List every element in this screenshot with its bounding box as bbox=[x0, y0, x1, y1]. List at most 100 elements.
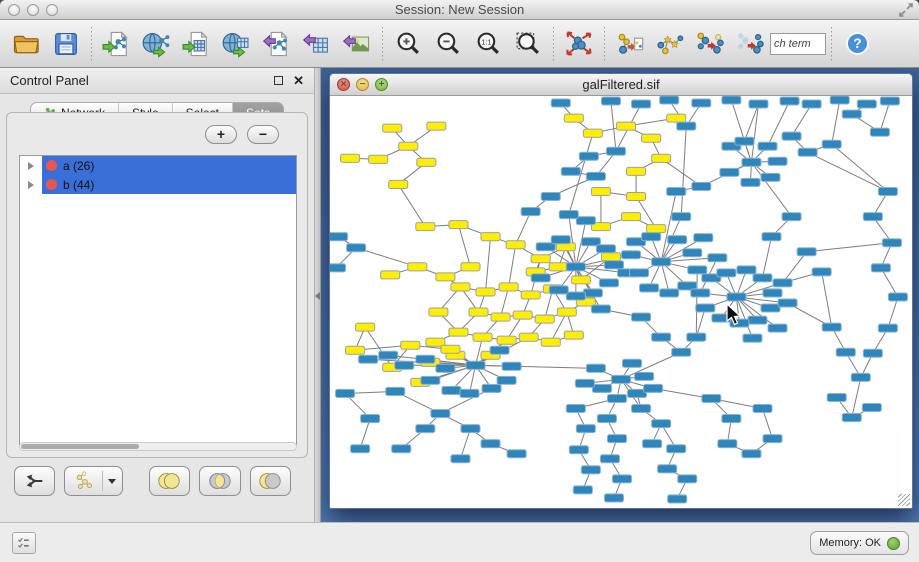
float-panel-button[interactable] bbox=[274, 76, 283, 85]
save-session-button[interactable] bbox=[46, 24, 86, 64]
network-node bbox=[612, 475, 631, 483]
memory-status-button[interactable]: Memory: OK bbox=[810, 531, 909, 555]
network-node bbox=[802, 100, 821, 108]
network-node bbox=[408, 263, 427, 271]
zoom-in-button[interactable] bbox=[388, 24, 428, 64]
select-first-neighbors-button[interactable] bbox=[650, 24, 690, 64]
network-node bbox=[583, 129, 602, 137]
network-node bbox=[763, 289, 782, 297]
window-titlebar: Session: New Session bbox=[0, 0, 919, 20]
zoom-out-button[interactable] bbox=[428, 24, 468, 64]
add-set-button[interactable]: + bbox=[205, 125, 237, 144]
zoom-window-button[interactable] bbox=[46, 4, 58, 16]
frame-maximize-button[interactable]: + bbox=[375, 78, 388, 91]
network-node bbox=[330, 264, 346, 272]
network-node bbox=[576, 217, 595, 225]
network-canvas[interactable] bbox=[330, 96, 912, 508]
import-network-file-icon bbox=[102, 29, 132, 59]
show-all-button[interactable] bbox=[730, 24, 770, 64]
expand-arrow-icon[interactable] bbox=[28, 162, 34, 170]
network-node bbox=[782, 132, 801, 140]
frame-resize-grip[interactable] bbox=[898, 494, 910, 506]
network-node bbox=[581, 466, 600, 474]
network-node bbox=[576, 425, 595, 433]
network-node bbox=[427, 122, 446, 130]
toolbar-separator bbox=[604, 27, 605, 61]
panel-divider[interactable] bbox=[314, 68, 321, 522]
dropdown-arrow-icon[interactable] bbox=[108, 479, 116, 484]
help-button[interactable]: ? bbox=[837, 24, 877, 64]
network-node bbox=[672, 348, 691, 356]
network-node bbox=[696, 304, 715, 312]
fullscreen-icon[interactable] bbox=[899, 3, 913, 17]
split-arrows-icon bbox=[22, 470, 48, 492]
network-node bbox=[513, 311, 532, 319]
network-node bbox=[743, 334, 762, 342]
network-node bbox=[502, 362, 521, 370]
first-neighbors-icon bbox=[655, 29, 685, 59]
export-table-button[interactable] bbox=[297, 24, 337, 64]
expand-arrow-icon[interactable] bbox=[28, 181, 34, 189]
network-node bbox=[668, 495, 687, 503]
split-sets-button[interactable] bbox=[14, 466, 55, 496]
network-node bbox=[702, 394, 721, 402]
network-node bbox=[720, 168, 739, 176]
import-table-file-button[interactable] bbox=[177, 24, 217, 64]
network-node bbox=[717, 269, 736, 277]
hide-selected-button[interactable] bbox=[690, 24, 730, 64]
zoom-fit-content-button[interactable] bbox=[508, 24, 548, 64]
apply-layout-button[interactable] bbox=[559, 24, 599, 64]
minimize-window-button[interactable] bbox=[27, 4, 39, 16]
collapse-panel-arrow-icon[interactable] bbox=[315, 292, 320, 300]
task-history-button[interactable] bbox=[12, 532, 36, 554]
network-node bbox=[392, 445, 411, 453]
scrollbar-thumb[interactable] bbox=[21, 444, 139, 449]
export-network-button[interactable] bbox=[257, 24, 297, 64]
network-node bbox=[497, 336, 516, 344]
remove-set-button[interactable]: − bbox=[247, 125, 279, 144]
close-panel-button[interactable]: ✕ bbox=[293, 74, 304, 87]
hide-selected-icon bbox=[695, 29, 725, 59]
network-graph[interactable] bbox=[330, 96, 912, 508]
set-intersection-button[interactable] bbox=[199, 466, 240, 496]
sets-list[interactable]: a (26) b (44) bbox=[19, 155, 297, 445]
new-network-from-selection-button[interactable] bbox=[610, 24, 650, 64]
horizontal-scrollbar[interactable] bbox=[19, 442, 297, 451]
zoom-actual-size-button[interactable]: 1:1 bbox=[468, 24, 508, 64]
create-set-from-network-button[interactable] bbox=[64, 466, 122, 496]
network-node bbox=[466, 361, 485, 369]
set-union-button[interactable] bbox=[149, 466, 190, 496]
network-node bbox=[575, 379, 594, 387]
network-frame-titlebar[interactable]: × − + galFiltered.sif bbox=[330, 74, 912, 96]
network-node bbox=[604, 494, 623, 502]
set-row-b[interactable]: b (44) bbox=[20, 175, 296, 194]
network-node bbox=[878, 187, 897, 195]
import-network-file-button[interactable] bbox=[97, 24, 137, 64]
network-node bbox=[607, 435, 626, 443]
task-list-icon bbox=[16, 535, 32, 551]
frame-minimize-button[interactable]: − bbox=[356, 78, 369, 91]
mouse-cursor bbox=[726, 303, 743, 327]
export-table-icon bbox=[302, 29, 332, 59]
open-session-button[interactable] bbox=[6, 24, 46, 64]
network-node bbox=[469, 308, 488, 316]
frame-close-button[interactable]: × bbox=[337, 78, 350, 91]
set-row-a[interactable]: a (26) bbox=[20, 156, 296, 175]
network-node bbox=[692, 99, 711, 107]
layout-arrows-icon bbox=[564, 29, 594, 59]
network-node bbox=[381, 271, 400, 279]
svg-text:?: ? bbox=[853, 36, 861, 51]
network-node bbox=[442, 386, 461, 394]
import-table-url-button[interactable] bbox=[217, 24, 257, 64]
export-image-button[interactable] bbox=[337, 24, 377, 64]
network-frame[interactable]: × − + galFiltered.sif bbox=[329, 73, 913, 509]
close-window-button[interactable] bbox=[8, 4, 20, 16]
network-frame-title: galFiltered.sif bbox=[330, 77, 912, 92]
network-node bbox=[642, 134, 661, 142]
network-node bbox=[395, 361, 414, 369]
search-input[interactable] bbox=[770, 33, 826, 55]
import-network-url-button[interactable] bbox=[137, 24, 177, 64]
set-difference-button[interactable] bbox=[250, 466, 291, 496]
network-node bbox=[667, 187, 686, 195]
network-node bbox=[688, 266, 707, 274]
